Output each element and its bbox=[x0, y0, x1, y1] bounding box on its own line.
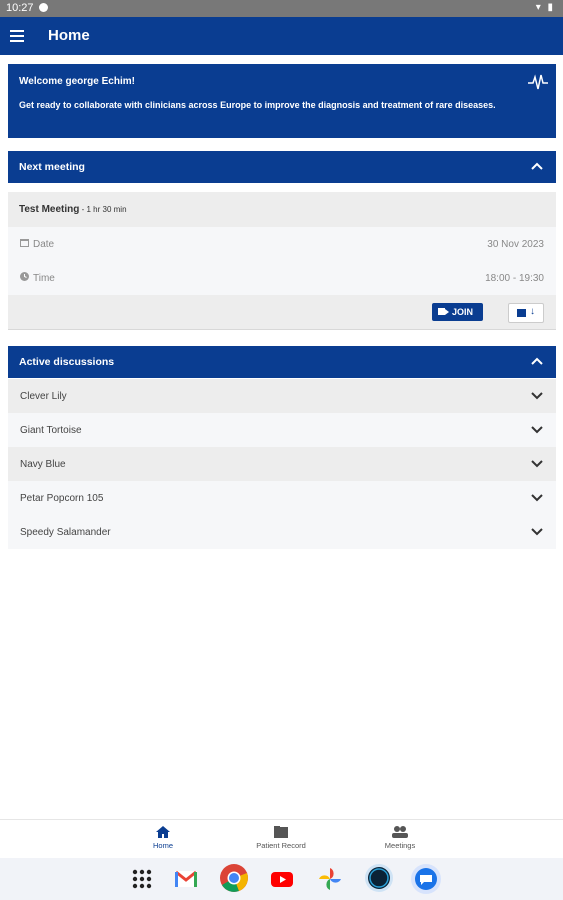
folder-icon bbox=[274, 826, 288, 838]
chevron-down-icon bbox=[531, 426, 543, 434]
app-grid-icon[interactable] bbox=[130, 867, 154, 891]
join-button[interactable]: JOIN bbox=[432, 303, 483, 321]
app-dock bbox=[0, 858, 563, 900]
next-meeting-header[interactable]: Next meeting bbox=[8, 151, 556, 183]
nav-meetings-label: Meetings bbox=[384, 841, 416, 850]
app-icon[interactable] bbox=[364, 863, 394, 893]
chevron-down-icon bbox=[531, 528, 543, 536]
nav-patient-record[interactable]: Patient Record bbox=[236, 826, 326, 850]
youtube-icon[interactable] bbox=[270, 867, 294, 891]
date-value: 30 Nov 2023 bbox=[487, 239, 544, 250]
home-icon bbox=[156, 826, 170, 838]
chevron-down-icon bbox=[531, 494, 543, 502]
status-time: 10:27 bbox=[6, 2, 34, 14]
next-meeting-title: Next meeting bbox=[19, 161, 85, 173]
page-title: Home bbox=[48, 27, 90, 44]
clock-icon bbox=[20, 272, 29, 281]
download-arrow-icon: ↓ bbox=[530, 306, 535, 317]
discussion-item[interactable]: Clever Lily bbox=[8, 379, 556, 413]
chevron-up-icon bbox=[531, 162, 543, 170]
time-value: 18:00 - 19:30 bbox=[485, 273, 544, 284]
welcome-card: Welcome george Echim! Get ready to colla… bbox=[8, 64, 556, 138]
discussion-item[interactable]: Giant Tortoise bbox=[8, 413, 556, 447]
time-label: Time bbox=[33, 273, 55, 284]
nav-home[interactable]: Home bbox=[118, 826, 208, 850]
welcome-heading: Welcome george Echim! bbox=[19, 76, 135, 87]
bottom-navigation: Home Patient Record Meetings bbox=[0, 819, 563, 858]
chevron-down-icon bbox=[531, 460, 543, 468]
date-label: Date bbox=[33, 239, 55, 250]
nav-home-label: Home bbox=[152, 841, 173, 850]
nav-meetings[interactable]: Meetings bbox=[355, 826, 445, 850]
meeting-duration: - 1 hr 30 min bbox=[79, 205, 127, 214]
join-label: JOIN bbox=[452, 307, 474, 317]
gmail-icon[interactable] bbox=[174, 867, 198, 891]
app-bar: Home bbox=[0, 17, 563, 55]
chrome-icon[interactable] bbox=[219, 863, 249, 893]
discussion-label: Giant Tortoise bbox=[20, 425, 82, 436]
photos-icon[interactable] bbox=[318, 867, 342, 891]
discussion-label: Petar Popcorn 105 bbox=[20, 493, 104, 504]
discussion-item[interactable]: Petar Popcorn 105 bbox=[8, 481, 556, 515]
chevron-down-icon bbox=[531, 392, 543, 400]
notification-icon bbox=[39, 3, 48, 12]
people-icon bbox=[392, 826, 408, 838]
welcome-message: Get ready to collaborate with clinicians… bbox=[19, 100, 496, 110]
nav-patient-record-label: Patient Record bbox=[256, 841, 306, 850]
meeting-date-row: Date 30 Nov 2023 bbox=[8, 227, 556, 261]
meeting-actions: JOIN ↓ bbox=[8, 295, 556, 330]
video-camera-icon bbox=[438, 308, 449, 315]
active-discussions-header[interactable]: Active discussions bbox=[8, 346, 556, 378]
calendar-icon bbox=[20, 239, 29, 247]
meeting-name: Test Meeting bbox=[19, 204, 80, 215]
chevron-up-icon bbox=[531, 357, 543, 365]
meeting-time-row: Time 18:00 - 19:30 bbox=[8, 261, 556, 295]
wifi-battery-icon: ▾ ▮ bbox=[535, 2, 555, 13]
discussion-label: Clever Lily bbox=[20, 391, 67, 402]
menu-icon[interactable] bbox=[10, 30, 24, 42]
status-bar: 10:27 ▾ ▮ bbox=[0, 0, 563, 17]
discussion-label: Navy Blue bbox=[20, 459, 66, 470]
active-discussions-title: Active discussions bbox=[19, 356, 115, 368]
calendar-icon bbox=[517, 309, 526, 317]
discussion-item[interactable]: Navy Blue bbox=[8, 447, 556, 481]
discussion-label: Speedy Salamander bbox=[20, 527, 111, 538]
messages-icon[interactable] bbox=[410, 863, 442, 895]
meeting-title-row: Test Meeting - 1 hr 30 min bbox=[8, 192, 556, 227]
add-to-calendar-button[interactable]: ↓ bbox=[508, 303, 544, 323]
heartbeat-icon bbox=[528, 74, 548, 90]
discussion-item[interactable]: Speedy Salamander bbox=[8, 515, 556, 549]
